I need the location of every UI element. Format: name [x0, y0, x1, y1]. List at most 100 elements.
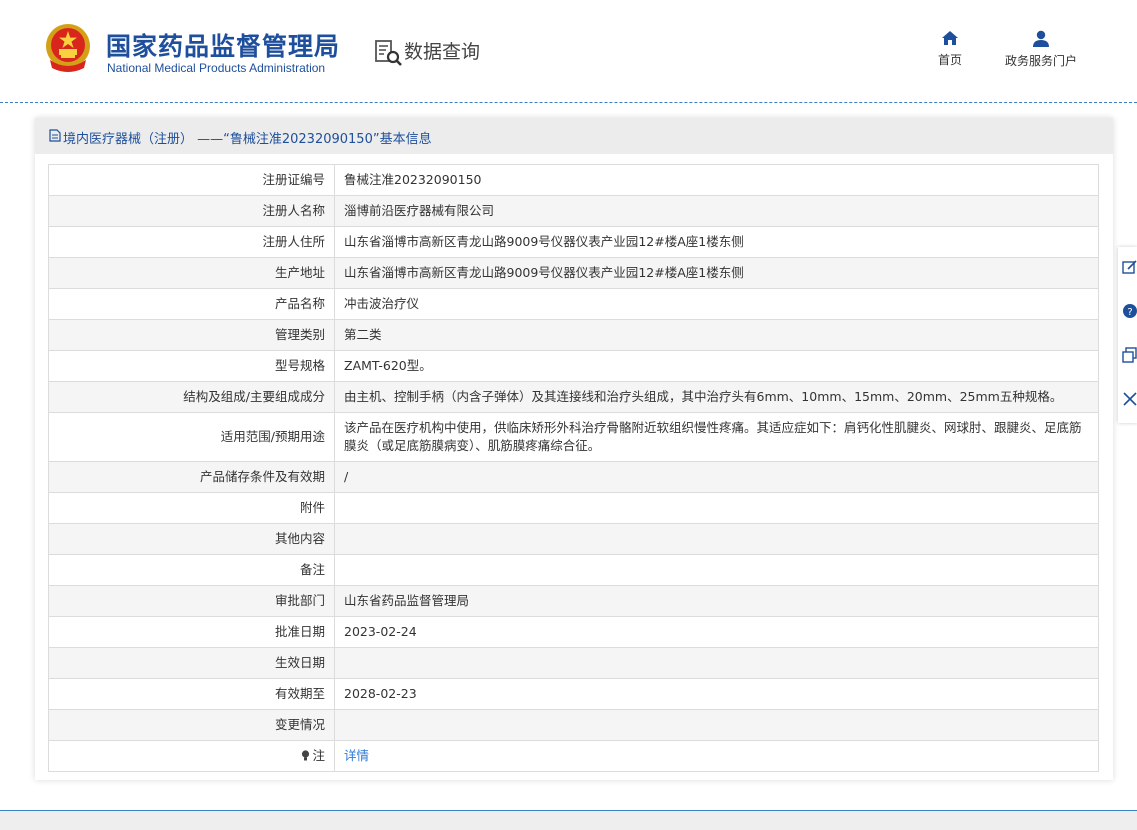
document-icon — [49, 129, 61, 142]
row-value-text: 2028-02-23 — [344, 686, 417, 701]
row-value — [334, 709, 1099, 741]
site-header: 国家药品监督管理局 National Medical Products Admi… — [0, 0, 1137, 103]
row-value-text: 山东省淄博市高新区青龙山路9009号仪器仪表产业园12#楼A座1楼东侧 — [344, 234, 744, 249]
row-value: 2028-02-23 — [334, 678, 1099, 710]
side-toolbar: ? — [1118, 247, 1137, 423]
row-label-text: 其他内容 — [274, 531, 325, 546]
bulb-icon — [302, 750, 310, 761]
row-value: 该产品在医疗机构中使用，供临床矫形外科治疗骨骼附近软组织慢性疼痛。其适应症如下：… — [334, 412, 1099, 462]
table-row: 注册人名称 淄博前沿医疗器械有限公司 — [48, 195, 1099, 227]
card-title: 境内医疗器械（注册） ——“鲁械注准20232090150”基本信息 — [63, 132, 432, 147]
table-row: 生产地址 山东省淄博市高新区青龙山路9009号仪器仪表产业园12#楼A座1楼东侧 — [48, 257, 1099, 289]
table-row: 注册人住所 山东省淄博市高新区青龙山路9009号仪器仪表产业园12#楼A座1楼东侧 — [48, 226, 1099, 258]
table-row: 产品储存条件及有效期 / — [48, 461, 1099, 493]
row-value: 淄博前沿医疗器械有限公司 — [334, 195, 1099, 227]
svg-text:?: ? — [1127, 307, 1132, 318]
row-value-text: 淄博前沿医疗器械有限公司 — [344, 203, 495, 218]
row-label: 生效日期 — [48, 647, 335, 679]
row-value: 鲁械注准20232090150 — [334, 164, 1099, 196]
row-label: 适用范围/预期用途 — [48, 412, 335, 462]
row-value-text: 山东省淄博市高新区青龙山路9009号仪器仪表产业园12#楼A座1楼东侧 — [344, 265, 744, 280]
device-info-table: 注册证编号 鲁械注准20232090150 注册人名称 淄博前沿医疗器械有限公司 注册人… — [48, 164, 1099, 772]
nav-home-label: 首页 — [937, 53, 962, 67]
row-value: 山东省药品监督管理局 — [334, 585, 1099, 617]
row-label: 附件 — [48, 492, 335, 524]
row-label-text: 附件 — [299, 500, 325, 515]
row-label-text: 有效期至 — [274, 686, 325, 701]
row-value-text: ZAMT-620型。 — [344, 358, 432, 373]
row-label-text: 生效日期 — [274, 655, 325, 670]
card-title-bar: 境内医疗器械（注册） ——“鲁械注准20232090150”基本信息 — [35, 118, 1113, 154]
row-value: / — [334, 461, 1099, 493]
row-label: 有效期至 — [48, 678, 335, 710]
details-link[interactable]: 详情 — [344, 748, 369, 763]
row-label-text: 批准日期 — [274, 624, 325, 639]
home-icon — [942, 31, 958, 45]
row-label: 批准日期 — [48, 616, 335, 648]
row-value: 第二类 — [334, 319, 1099, 351]
row-label-text: 产品储存条件及有效期 — [199, 469, 325, 484]
row-label: 备注 — [48, 554, 335, 586]
table-row: 注 详情 — [48, 740, 1099, 772]
row-label-text: 注册人住所 — [262, 234, 325, 249]
user-icon — [1033, 30, 1049, 47]
row-label-text: 审批部门 — [274, 593, 325, 608]
row-label-text: 型号规格 — [274, 358, 325, 373]
table-row: 变更情况 — [48, 709, 1099, 741]
detail-card: 境内医疗器械（注册） ——“鲁械注准20232090150”基本信息 注册证编号… — [35, 118, 1113, 780]
row-label-text: 注 — [312, 748, 325, 763]
row-label: 注册证编号 — [48, 164, 335, 196]
row-value-text: / — [344, 469, 349, 484]
row-label: 注册人名称 — [48, 195, 335, 227]
row-value-text: 该产品在医疗机构中使用，供临床矫形外科治疗骨骼附近软组织慢性疼痛。其适应症如下：… — [344, 420, 1082, 453]
data-query-icon — [375, 40, 402, 66]
row-label-text: 管理类别 — [274, 327, 325, 342]
table-row: 注册证编号 鲁械注准20232090150 — [48, 164, 1099, 196]
row-label-text: 注册人名称 — [262, 203, 325, 218]
site-logo-english: National Medical Products Administration — [107, 61, 326, 75]
site-logo-text: 国家药品监督管理局 — [106, 32, 341, 61]
table-row: 批准日期 2023-02-24 — [48, 616, 1099, 648]
row-label: 型号规格 — [48, 350, 335, 382]
row-value-text: 鲁械注准20232090150 — [344, 172, 482, 187]
row-value: ZAMT-620型。 — [334, 350, 1099, 382]
row-label-text: 生产地址 — [274, 265, 325, 280]
row-label: 注 — [48, 740, 335, 772]
row-value-text: 2023-02-24 — [344, 624, 417, 639]
row-label-text: 结构及组成/主要组成成分 — [183, 389, 325, 404]
nav-gov-service-portal-link[interactable]: 政务服务门户 — [998, 30, 1084, 69]
row-label: 产品名称 — [48, 288, 335, 320]
row-label: 注册人住所 — [48, 226, 335, 258]
table-row: 附件 — [48, 492, 1099, 524]
nav-portal-label: 政务服务门户 — [1004, 54, 1077, 68]
table-row: 管理类别 第二类 — [48, 319, 1099, 351]
row-value — [334, 554, 1099, 586]
data-query-title: 数据查询 — [404, 41, 481, 63]
row-label: 审批部门 — [48, 585, 335, 617]
table-row: 产品名称 冲击波治疗仪 — [48, 288, 1099, 320]
row-value-text: 第二类 — [344, 327, 382, 342]
row-label: 结构及组成/主要组成成分 — [48, 381, 335, 413]
table-row: 备注 — [48, 554, 1099, 586]
nav-home-link[interactable]: 首页 — [930, 30, 970, 68]
table-row: 生效日期 — [48, 647, 1099, 679]
row-label-text: 备注 — [299, 562, 325, 577]
row-value-text: 冲击波治疗仪 — [344, 296, 420, 311]
close-icon[interactable] — [1122, 391, 1137, 407]
row-label: 其他内容 — [48, 523, 335, 555]
table-row: 型号规格 ZAMT-620型。 — [48, 350, 1099, 382]
table-row: 有效期至 2028-02-23 — [48, 678, 1099, 710]
row-label: 变更情况 — [48, 709, 335, 741]
row-label-text: 适用范围/预期用途 — [220, 429, 325, 444]
national-emblem-icon — [46, 24, 90, 72]
row-label: 管理类别 — [48, 319, 335, 351]
row-value — [334, 647, 1099, 679]
table-row: 审批部门 山东省药品监督管理局 — [48, 585, 1099, 617]
row-value — [334, 523, 1099, 555]
row-label: 产品储存条件及有效期 — [48, 461, 335, 493]
help-icon[interactable]: ? — [1122, 303, 1137, 319]
table-row: 其他内容 — [48, 523, 1099, 555]
edit-icon[interactable] — [1122, 259, 1137, 275]
table-row: 适用范围/预期用途 该产品在医疗机构中使用，供临床矫形外科治疗骨骼附近软组织慢性疼… — [48, 412, 1099, 462]
copy-icon[interactable] — [1122, 347, 1137, 363]
